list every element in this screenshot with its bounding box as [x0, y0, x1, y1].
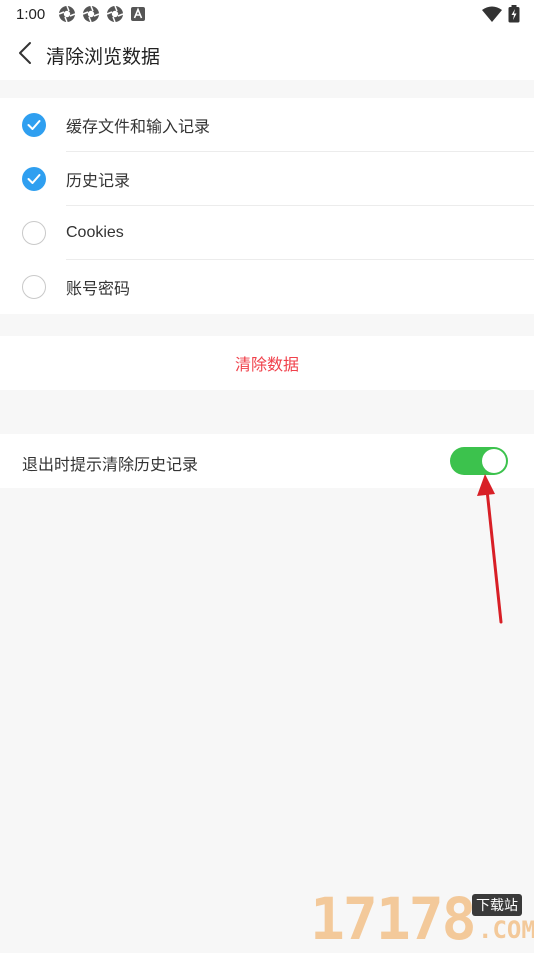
chevron-left-icon — [19, 42, 31, 64]
check-icon — [27, 120, 41, 130]
battery-icon — [508, 5, 520, 23]
option-history[interactable]: 历史记录 — [0, 152, 534, 206]
status-bar: 1:00 — [0, 0, 534, 28]
watermark-suffix: .COM — [478, 916, 534, 944]
status-icons-left — [58, 5, 146, 23]
option-label: 账号密码 — [66, 281, 131, 298]
option-passwords[interactable]: 账号密码 — [0, 260, 534, 314]
page-title: 清除浏览数据 — [46, 47, 161, 68]
option-cookies[interactable]: Cookies — [0, 206, 534, 260]
watermark-tag: 下载站 — [472, 894, 522, 916]
back-button[interactable] — [10, 38, 40, 68]
clear-data-button[interactable]: 清除数据 — [0, 336, 534, 390]
header: 清除浏览数据 — [0, 28, 534, 80]
exit-prompt-label: 退出时提示清除历史记录 — [22, 457, 199, 474]
clear-data-label: 清除数据 — [234, 357, 299, 374]
checkbox-unchecked[interactable] — [22, 275, 46, 299]
checkbox-checked[interactable] — [22, 113, 46, 137]
aperture-icon — [58, 5, 76, 23]
checkbox-unchecked[interactable] — [22, 221, 46, 245]
wifi-icon — [482, 6, 502, 22]
watermark-digits: 17178 — [310, 885, 477, 953]
a-icon — [131, 7, 145, 21]
status-time: 1:00 — [16, 6, 46, 23]
option-label: 缓存文件和输入记录 — [66, 119, 211, 136]
status-icons-right — [482, 5, 520, 23]
red-arrow-annotation — [477, 474, 503, 624]
aperture-icon — [82, 5, 100, 23]
exit-prompt-row: 退出时提示清除历史记录 — [0, 434, 534, 488]
options-list: 缓存文件和输入记录 历史记录 Cookies 账号密码 — [0, 98, 534, 314]
option-label: Cookies — [66, 224, 124, 241]
option-label: 历史记录 — [66, 173, 131, 190]
option-cache-input[interactable]: 缓存文件和输入记录 — [0, 98, 534, 152]
watermark-logo: 17178 下载站 .COM — [310, 885, 534, 953]
checkbox-checked[interactable] — [22, 167, 46, 191]
aperture-icon — [106, 5, 124, 23]
check-icon — [27, 174, 41, 184]
